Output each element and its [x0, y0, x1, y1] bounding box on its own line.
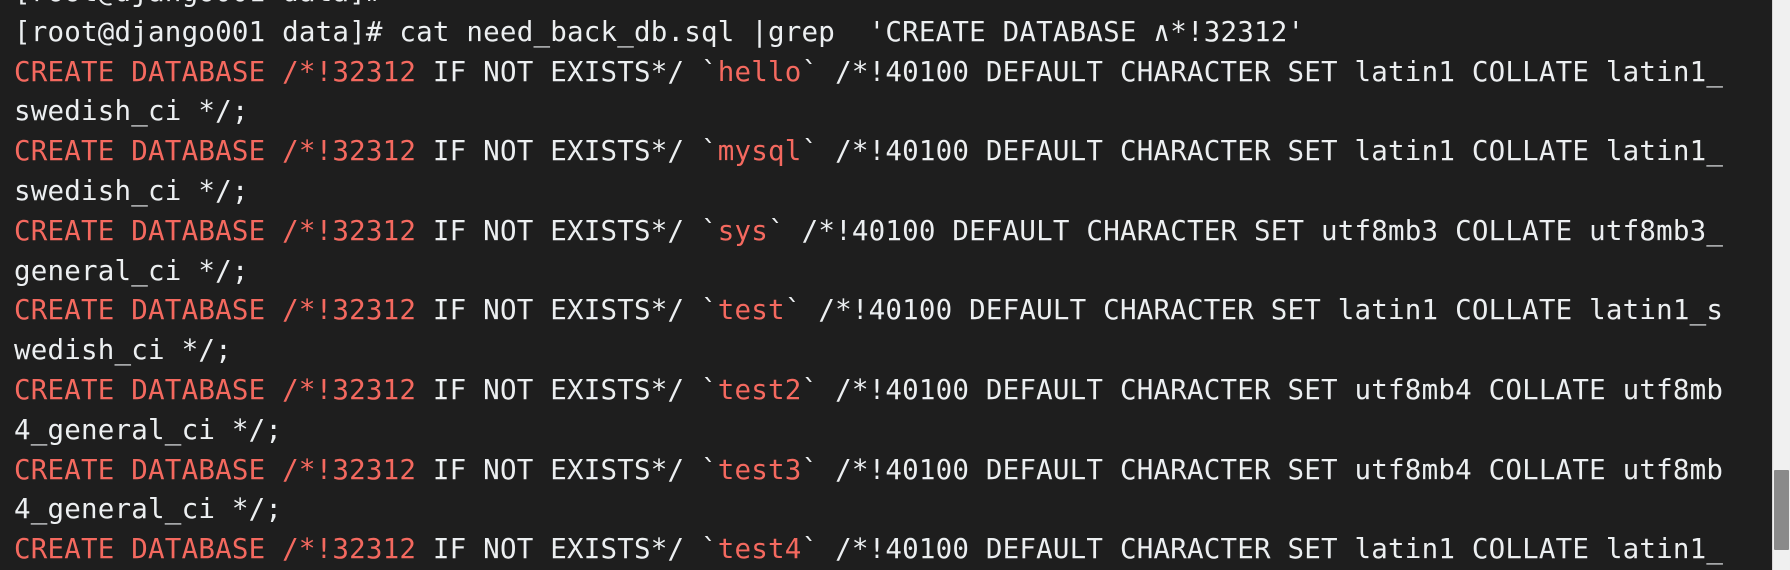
output-line-test3-wrap: 4_general_ci */;	[14, 490, 1772, 530]
command-line: [root@django001 data]# cat need_back_db.…	[14, 13, 1772, 53]
output-line-test2: CREATE DATABASE /*!32312 IF NOT EXISTS*/…	[14, 371, 1772, 411]
terminal-text: 4_general_ci */;	[14, 493, 282, 525]
terminal-text: general_ci */;	[14, 255, 249, 287]
output-line-hello-wrap: swedish_ci */;	[14, 92, 1772, 132]
output-line-mysql-wrap: swedish_ci */;	[14, 172, 1772, 212]
grep-match-text: test3	[718, 454, 802, 486]
terminal-text: ` /*!40100 DEFAULT CHARACTER SET latin1 …	[802, 533, 1724, 565]
terminal-text: IF NOT EXISTS*/ `	[416, 215, 718, 247]
terminal-text: IF NOT EXISTS*/ `	[416, 374, 718, 406]
terminal-text: [root@django001 data]# cat need_back_db.…	[14, 16, 1304, 48]
terminal-text: [root@django001 data]#	[14, 0, 383, 8]
grep-match-text: CREATE DATABASE /*!32312	[14, 215, 416, 247]
terminal-text: IF NOT EXISTS*/ `	[416, 135, 718, 167]
terminal-text: 4_general_ci */;	[14, 414, 282, 446]
terminal-output-area[interactable]: [root@django001 data]# [root@django001 da…	[0, 0, 1772, 570]
terminal-text: IF NOT EXISTS*/ `	[416, 56, 718, 88]
grep-match-text: CREATE DATABASE /*!32312	[14, 533, 416, 565]
terminal-text: ` /*!40100 DEFAULT CHARACTER SET latin1 …	[802, 135, 1724, 167]
terminal-text: ` /*!40100 DEFAULT CHARACTER SET latin1 …	[785, 294, 1723, 326]
output-line-hello: CREATE DATABASE /*!32312 IF NOT EXISTS*/…	[14, 53, 1772, 93]
clipped-prompt-line: [root@django001 data]#	[14, 0, 1772, 13]
terminal-text: ` /*!40100 DEFAULT CHARACTER SET utf8mb4…	[802, 374, 1724, 406]
output-line-mysql: CREATE DATABASE /*!32312 IF NOT EXISTS*/…	[14, 132, 1772, 172]
terminal-text: IF NOT EXISTS*/ `	[416, 294, 718, 326]
vertical-scrollbar-thumb[interactable]	[1774, 470, 1789, 550]
grep-match-text: CREATE DATABASE /*!32312	[14, 454, 416, 486]
terminal-text: swedish_ci */;	[14, 175, 249, 207]
output-line-test3: CREATE DATABASE /*!32312 IF NOT EXISTS*/…	[14, 451, 1772, 491]
output-line-test2-wrap: 4_general_ci */;	[14, 411, 1772, 451]
terminal-line-stack: [root@django001 data]# [root@django001 da…	[14, 0, 1772, 570]
terminal-text: ` /*!40100 DEFAULT CHARACTER SET utf8mb4…	[802, 454, 1724, 486]
terminal-window[interactable]: [root@django001 data]# [root@django001 da…	[0, 0, 1790, 570]
grep-match-text: CREATE DATABASE /*!32312	[14, 294, 416, 326]
vertical-scrollbar-track[interactable]	[1772, 0, 1790, 570]
terminal-text: swedish_ci */;	[14, 95, 249, 127]
grep-match-text: test4	[718, 533, 802, 565]
terminal-text: ` /*!40100 DEFAULT CHARACTER SET utf8mb3…	[768, 215, 1723, 247]
grep-match-text: mysql	[718, 135, 802, 167]
output-line-sys: CREATE DATABASE /*!32312 IF NOT EXISTS*/…	[14, 212, 1772, 252]
terminal-text: ` /*!40100 DEFAULT CHARACTER SET latin1 …	[802, 56, 1724, 88]
grep-match-text: CREATE DATABASE /*!32312	[14, 56, 416, 88]
grep-match-text: hello	[718, 56, 802, 88]
output-line-test: CREATE DATABASE /*!32312 IF NOT EXISTS*/…	[14, 291, 1772, 331]
grep-match-text: test2	[718, 374, 802, 406]
output-line-test4: CREATE DATABASE /*!32312 IF NOT EXISTS*/…	[14, 530, 1772, 570]
grep-match-text: test	[718, 294, 785, 326]
terminal-text: IF NOT EXISTS*/ `	[416, 533, 718, 565]
grep-match-text: CREATE DATABASE /*!32312	[14, 135, 416, 167]
output-line-sys-wrap: general_ci */;	[14, 252, 1772, 292]
grep-match-text: sys	[718, 215, 768, 247]
grep-match-text: CREATE DATABASE /*!32312	[14, 374, 416, 406]
terminal-text: IF NOT EXISTS*/ `	[416, 454, 718, 486]
terminal-text: wedish_ci */;	[14, 334, 232, 366]
output-line-test-wrap: wedish_ci */;	[14, 331, 1772, 371]
